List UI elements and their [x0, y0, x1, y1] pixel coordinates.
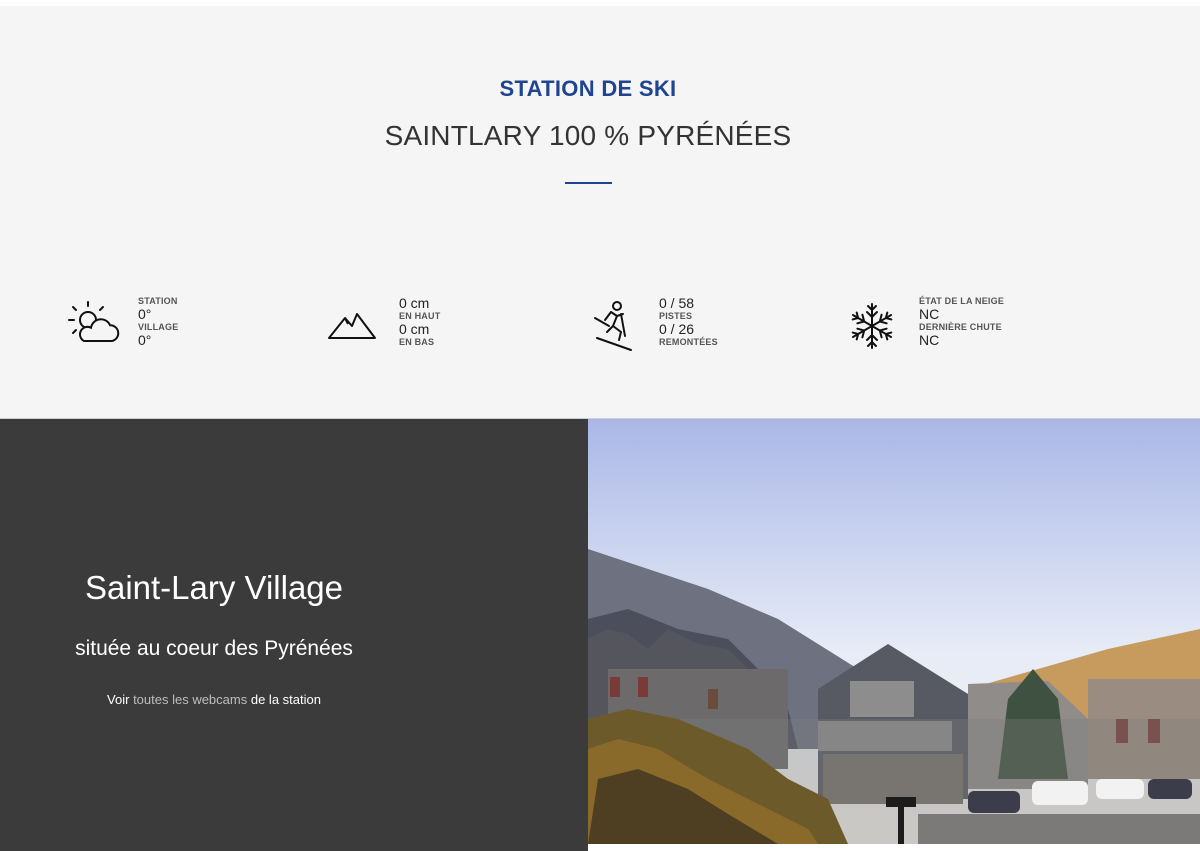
- page-title: SAINTLARY 100 % PYRÉNÉES: [384, 120, 792, 151]
- label-village: VILLAGE: [138, 322, 179, 332]
- value-snow-state: NC: [919, 306, 940, 322]
- stat-slopes-text: 0 / 58 PISTES 0 / 26 REMONTÉES: [659, 296, 839, 348]
- skier-icon: [587, 296, 647, 356]
- label-snow-bottom: EN BAS: [399, 337, 435, 347]
- label-station: STATION: [138, 296, 178, 306]
- webcams-link-suffix: de la station: [250, 692, 321, 707]
- sun-cloud-icon: [66, 296, 126, 356]
- value-snow-bottom: 0 cm: [399, 321, 430, 337]
- webcam-image[interactable]: [588, 419, 1200, 844]
- value-village-temp: 0°: [138, 332, 152, 348]
- stat-snow-depth-text: 0 cm EN HAUT 0 cm EN BAS: [399, 296, 579, 348]
- value-pistes: 0 / 58: [659, 295, 695, 311]
- value-station-temp: 0°: [138, 306, 152, 322]
- title-divider: [565, 182, 612, 184]
- value-lifts: 0 / 26: [659, 321, 695, 337]
- webcam-scene-illustration: [588, 419, 1200, 844]
- value-snow-top: 0 cm: [399, 295, 430, 311]
- stat-weather-text: STATION 0° VILLAGE 0°: [138, 296, 318, 348]
- village-panel: Saint-Lary Village située au coeur des P…: [0, 419, 588, 851]
- village-subtitle: située au coeur des Pyrénées: [75, 637, 353, 660]
- webcams-link-line: Voir toutes les webcams de la station: [0, 692, 428, 707]
- stations-header-band: STATION DE SKI SAINTLARY 100 % PYRÉNÉES …: [0, 6, 1200, 419]
- label-last-snowfall: DERNIÈRE CHUTE: [919, 322, 1002, 332]
- snowflake-icon: [847, 296, 907, 356]
- all-webcams-link[interactable]: toutes les webcams: [133, 692, 247, 707]
- village-title: Saint-Lary Village: [84, 569, 344, 606]
- webcams-link-prefix: Voir: [107, 692, 130, 707]
- label-lifts: REMONTÉES: [659, 337, 718, 347]
- mountain-icon: [327, 296, 387, 356]
- label-snow-state: ÉTAT DE LA NEIGE: [919, 296, 1005, 306]
- value-last-snowfall: NC: [919, 332, 940, 348]
- stat-snow-state-text: ÉTAT DE LA NEIGE NC DERNIÈRE CHUTE NC: [919, 296, 1099, 348]
- section-kicker: STATION DE SKI: [499, 76, 677, 101]
